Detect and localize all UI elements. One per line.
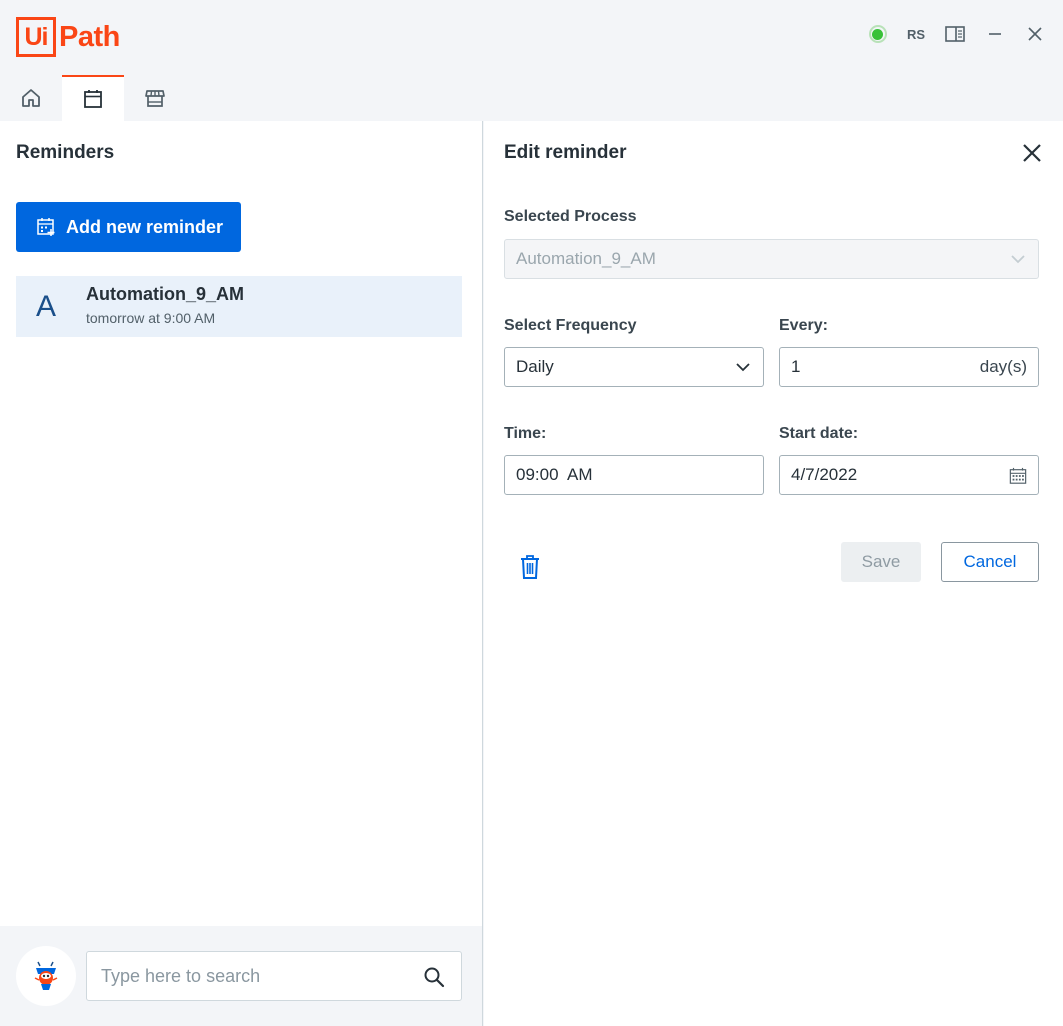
reminder-avatar: A <box>16 276 76 337</box>
nav-tabs <box>0 75 186 121</box>
edit-reminder-panel: Edit reminder Selected Process Automatio… <box>484 121 1063 1026</box>
date-picker-icon[interactable] <box>1009 466 1027 484</box>
uipath-logo: Ui Path <box>16 17 120 57</box>
tab-home[interactable] <box>0 75 62 121</box>
cancel-button[interactable]: Cancel <box>941 542 1039 582</box>
start-date-input[interactable]: 4/7/2022 <box>779 455 1039 495</box>
reminder-name: Automation_9_AM <box>86 284 245 304</box>
chevron-down-icon <box>1009 250 1027 268</box>
every-value: 1 <box>791 357 801 376</box>
reminder-schedule: tomorrow at 9:00 AM <box>86 310 216 326</box>
selected-process-select: Automation_9_AM <box>504 239 1039 279</box>
search-icon[interactable] <box>423 966 445 988</box>
edit-reminder-title: Edit reminder <box>504 142 627 163</box>
frequency-label: Select Frequency <box>504 317 637 334</box>
frequency-select[interactable]: Daily <box>504 347 764 387</box>
start-date-label: Start date: <box>779 425 859 442</box>
reminders-title: Reminders <box>16 142 115 163</box>
home-icon <box>22 89 40 107</box>
time-value: 09:00 AM <box>516 465 593 484</box>
chevron-down-icon <box>734 358 752 376</box>
calendar-icon <box>84 90 102 108</box>
every-label: Every: <box>779 317 828 334</box>
assistant-robot-icon[interactable] <box>16 946 76 1006</box>
search-field <box>86 951 462 1001</box>
logo-text: Path <box>59 20 120 53</box>
logo-box: Ui <box>16 17 56 57</box>
close-window-icon[interactable] <box>1025 24 1045 44</box>
every-unit: day(s) <box>979 357 1027 376</box>
reminder-list-item[interactable]: A Automation_9_AM tomorrow at 9:00 AM <box>16 276 462 337</box>
user-initials[interactable]: RS <box>907 27 925 42</box>
add-new-reminder-label: Add new reminder <box>66 216 224 237</box>
close-icon[interactable] <box>1021 142 1043 164</box>
start-date-value: 4/7/2022 <box>791 465 858 484</box>
tab-store[interactable] <box>124 75 186 121</box>
add-new-reminder-button[interactable]: Add new reminder <box>16 202 241 252</box>
every-input[interactable]: 1 day(s) <box>779 347 1039 387</box>
frequency-value: Daily <box>516 357 554 376</box>
save-button[interactable]: Save <box>841 542 921 582</box>
store-icon <box>145 90 165 107</box>
dock-panel-icon[interactable] <box>945 24 965 44</box>
reminders-panel: Reminders Add new reminder A Automation_… <box>0 121 483 926</box>
search-input[interactable] <box>87 952 407 1000</box>
selected-process-label: Selected Process <box>504 208 637 225</box>
connection-status-icon[interactable] <box>868 25 887 43</box>
trash-icon[interactable] <box>519 554 541 580</box>
tab-reminders[interactable] <box>62 75 124 121</box>
minimize-icon[interactable] <box>985 24 1005 44</box>
calendar-add-icon <box>36 217 56 237</box>
reminder-details: Automation_9_AM tomorrow at 9:00 AM <box>76 276 462 337</box>
search-bar <box>0 926 483 1026</box>
selected-process-value: Automation_9_AM <box>516 249 656 268</box>
title-bar: Ui Path RS <box>0 0 1063 75</box>
time-input[interactable]: 09:00 AM <box>504 455 764 495</box>
window-controls: RS <box>849 24 1045 44</box>
time-label: Time: <box>504 425 547 442</box>
